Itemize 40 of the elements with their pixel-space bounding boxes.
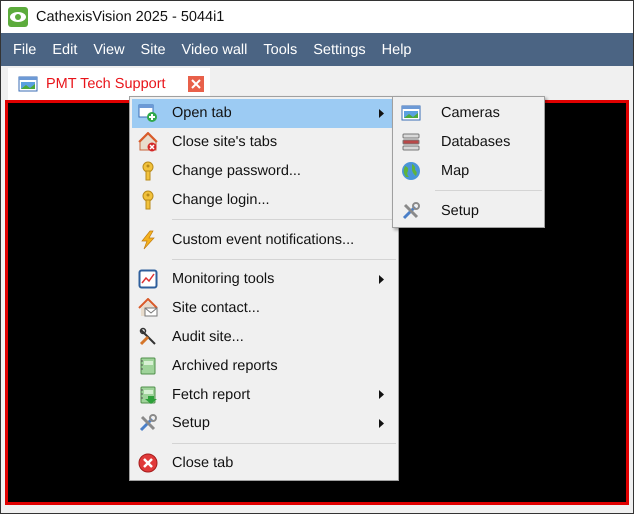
house-envelope-icon (138, 298, 158, 318)
menu-item[interactable]: Databases (395, 128, 542, 157)
menu-item[interactable]: Map (395, 156, 542, 186)
menu-item[interactable]: File (5, 33, 44, 66)
menu-item[interactable]: Archived reports (132, 351, 396, 380)
menu-item[interactable]: Help (374, 33, 420, 66)
close-icon[interactable] (188, 76, 204, 92)
window-title: CathexisVision 2025 - 5044i1 (36, 9, 224, 25)
menu-item[interactable]: Monitoring tools (132, 264, 396, 294)
menu-item[interactable]: Edit (44, 33, 86, 66)
menu-item[interactable]: Change login... (132, 185, 396, 214)
notebook-download-icon (138, 384, 158, 405)
menu-item[interactable]: Tools (255, 33, 306, 66)
menu-item[interactable]: Cameras (395, 99, 542, 128)
menu-item[interactable]: Fetch report (132, 380, 396, 409)
menu-item[interactable]: Change password... (132, 156, 396, 186)
chart-icon (138, 269, 158, 290)
menu-item[interactable]: Settings (305, 33, 374, 66)
eye-logo-icon (8, 7, 28, 27)
globe-icon (401, 160, 421, 181)
menu-item[interactable]: Site (132, 33, 174, 66)
menu-item[interactable]: Setup (395, 196, 542, 226)
close-icon (138, 453, 158, 474)
wrench-screwdriver-icon (401, 200, 421, 221)
wrench-screwdriver-icon (138, 413, 158, 434)
landscape-window-icon (401, 103, 421, 124)
menu-item[interactable]: Setup (132, 408, 396, 438)
menu-item[interactable]: Close tab (132, 448, 396, 478)
menu-item[interactable]: Custom event notifications... (132, 225, 396, 254)
window-plus-icon (138, 103, 158, 124)
landscape-window-icon (18, 74, 38, 94)
menu-item[interactable]: Video wall (174, 33, 256, 66)
tab[interactable]: PMT Tech Support (8, 68, 210, 100)
house-x-icon (138, 132, 158, 152)
database-icon (401, 132, 421, 152)
notebook-icon (138, 356, 158, 376)
pliers-icon (138, 326, 158, 347)
menu-item[interactable]: Audit site... (132, 322, 396, 352)
menu-item[interactable]: Site contact... (132, 294, 396, 323)
menu-item[interactable]: View (85, 33, 133, 66)
